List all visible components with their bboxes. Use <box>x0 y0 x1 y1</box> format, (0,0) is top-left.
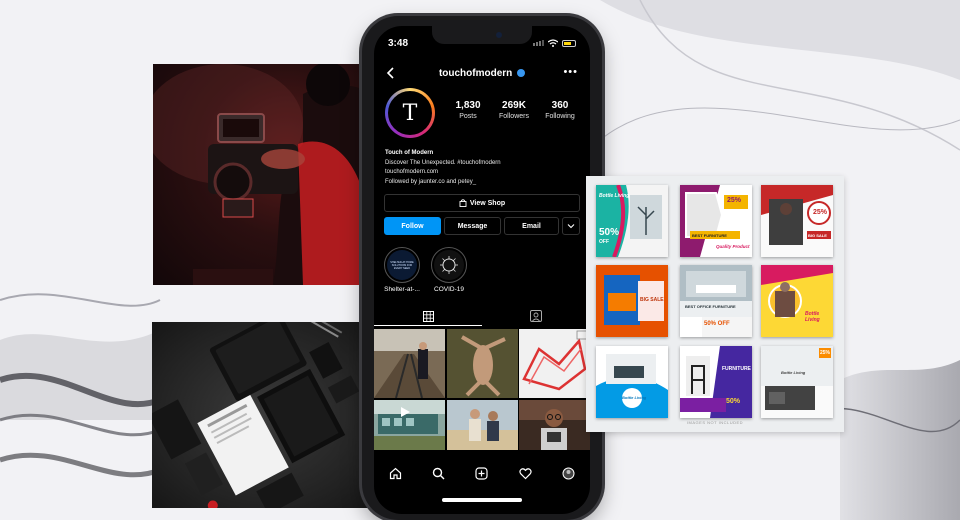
suggested-dropdown-button[interactable] <box>562 217 580 235</box>
tab-tagged[interactable] <box>482 306 590 326</box>
post-thumbnail[interactable] <box>519 399 590 450</box>
stat-following[interactable]: 360 Following <box>538 100 582 120</box>
battery-icon <box>562 39 576 47</box>
highlight-cover: SHELTER-AT-HOME SOLUTIONS FOR EVERY NEED <box>387 250 417 280</box>
poster-tile: Bottle Living <box>596 346 668 418</box>
poster-tile: 25% BIG SALE <box>761 185 833 257</box>
follow-button[interactable]: Follow <box>384 217 441 235</box>
poster-title: Bottle Living <box>781 370 806 375</box>
poster-tile: BEST OFFICE FURNITURE 50% OFF <box>680 265 752 337</box>
home-indicator <box>442 498 522 502</box>
smartphone-mockup: 3:48 touchofmodern ••• T 1,830 Posts 269… <box>362 16 602 520</box>
poster-tile: Bottle Living 25% <box>761 346 833 418</box>
post-thumbnail[interactable] <box>446 329 518 398</box>
poster-discount: 50% <box>726 398 741 405</box>
camera-operator-photo <box>153 64 376 285</box>
highlight-covid[interactable]: COVID-19 <box>429 247 469 293</box>
post-thumbnail[interactable] <box>519 329 590 398</box>
bio-tagline: Discover The Unexpected. #touchofmodern <box>385 159 501 166</box>
instagram-profile-screen: 3:48 touchofmodern ••• T 1,830 Posts 269… <box>374 26 590 514</box>
poster-title: Bottle Living <box>805 311 820 323</box>
bottom-navigation <box>374 460 590 486</box>
tagged-person-icon <box>530 310 542 322</box>
poster-tile: Bottle Living <box>761 265 833 337</box>
poster-tile: BIG SALE <box>596 265 668 337</box>
stat-posts[interactable]: 1,830 Posts <box>446 100 490 120</box>
social-poster-collage: Bottle Living 50% OFF 25% BEST FURNITURE… <box>586 176 844 432</box>
poster-title: BEST OFFICE FURNITURE <box>685 304 736 309</box>
stat-label: Following <box>545 113 575 120</box>
profile-avatar[interactable]: T <box>385 88 435 138</box>
post-thumbnail[interactable] <box>374 329 445 398</box>
heart-icon[interactable] <box>519 467 532 480</box>
username: touchofmodern <box>438 68 513 79</box>
more-options-icon[interactable]: ••• <box>563 66 578 78</box>
poster-title: BIG SALE <box>640 297 664 303</box>
post-grid <box>374 329 590 450</box>
wifi-icon <box>548 39 558 47</box>
poster-tile: 25% BEST FURNITURE Quality Product <box>680 185 752 257</box>
profile-tabs <box>374 306 590 326</box>
email-button[interactable]: Email <box>504 217 559 235</box>
status-time: 3:48 <box>388 38 409 49</box>
poster-discount: 25% <box>813 209 828 216</box>
active-tab-indicator <box>374 325 482 326</box>
stat-value: 1,830 <box>455 100 481 111</box>
grid-icon <box>422 310 434 322</box>
view-shop-label: View Shop <box>469 199 506 207</box>
view-shop-button[interactable]: View Shop <box>384 194 580 212</box>
highlight-label: Shelter-at-... <box>384 286 420 293</box>
tab-grid[interactable] <box>374 306 482 326</box>
message-button[interactable]: Message <box>444 217 501 235</box>
phone-notch <box>432 26 532 44</box>
post-thumbnail[interactable] <box>374 399 445 450</box>
highlight-label: COVID-19 <box>434 286 464 293</box>
highlight-shelter[interactable]: SHELTER-AT-HOME SOLUTIONS FOR EVERY NEED… <box>382 247 422 293</box>
poster-off: OFF <box>599 239 609 245</box>
home-icon[interactable] <box>389 467 402 480</box>
bio-followed-by[interactable]: Followed by jaunter.co and petey_ <box>385 178 501 188</box>
signal-icon <box>533 40 544 46</box>
search-icon[interactable] <box>432 467 445 480</box>
new-post-icon[interactable] <box>475 466 489 480</box>
poster-discount: 25% <box>820 350 831 356</box>
poster-discount: 50% OFF <box>704 321 730 327</box>
status-icons <box>533 39 576 47</box>
avatar-letter: T <box>402 100 418 126</box>
profile-bio: Touch of Modern Discover The Unexpected.… <box>385 149 501 187</box>
highlight-cover-text: SHELTER-AT-HOME SOLUTIONS FOR EVERY NEED <box>390 260 414 270</box>
highlight-cover <box>434 250 464 280</box>
chevron-down-icon <box>567 224 575 229</box>
poster-discount: 25% <box>727 197 742 204</box>
virus-icon <box>440 256 458 274</box>
poster-tile: Bottle Living 50% OFF <box>596 185 668 257</box>
poster-title: Bottle Living <box>622 395 647 400</box>
stat-value: 360 <box>551 100 569 111</box>
poster-title: Bottle Living <box>599 193 630 199</box>
post-thumbnail[interactable] <box>446 399 518 450</box>
poster-title: BIG SALE <box>808 233 827 238</box>
stat-value: 269K <box>502 100 526 111</box>
verified-badge-icon <box>517 69 526 78</box>
stat-followers[interactable]: 269K Followers <box>492 100 536 120</box>
poster-subtitle: Quality Product <box>716 244 750 249</box>
shop-bag-icon <box>459 199 467 207</box>
stationery-mockup-photo <box>152 322 375 508</box>
stat-label: Followers <box>499 113 529 120</box>
poster-title: BEST FURNITURE <box>692 233 727 238</box>
collage-caption: IMAGES NOT INCLUDED <box>686 420 744 425</box>
poster-title: FURNITURE <box>722 366 751 372</box>
bio-website-link[interactable]: touchofmodern.com <box>385 168 501 178</box>
poster-tile: FURNITURE 50% <box>680 346 752 418</box>
poster-discount: 50% <box>599 227 620 238</box>
profile-stats: 1,830 Posts 269K Followers 360 Following <box>446 100 582 120</box>
stat-label: Posts <box>459 113 477 120</box>
profile-avatar-nav-icon[interactable] <box>562 467 575 480</box>
profile-username-header: touchofmodern <box>374 68 590 79</box>
bio-name: Touch of Modern <box>385 150 434 156</box>
